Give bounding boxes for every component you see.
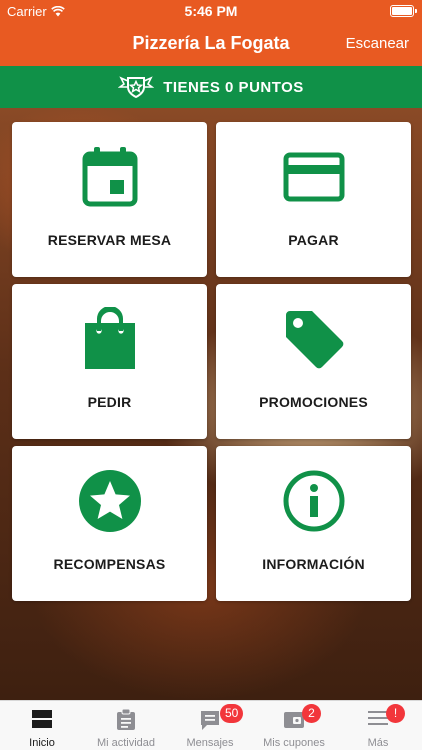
chat-icon [201, 711, 219, 730]
tab-mas[interactable]: ! Más [336, 701, 420, 750]
tab-label: Mi actividad [96, 737, 156, 749]
tile-label: INFORMACIÓN [262, 556, 365, 572]
shopping-bag-icon [84, 307, 135, 369]
points-banner[interactable]: TIENES 0 PUNTOS [0, 66, 422, 108]
tile-pagar[interactable]: PAGAR [216, 122, 411, 277]
calendar-icon [82, 147, 137, 207]
scan-button[interactable]: Escanear [346, 35, 409, 52]
tab-inicio[interactable]: Inicio [0, 701, 84, 750]
tab-bar: Inicio Mi actividad 50 Mensajes 2 Mis cu… [0, 700, 422, 750]
nav-bar: Pizzería La Fogata Escanear [0, 22, 422, 66]
tab-label: Más [367, 737, 389, 749]
tile-label: PEDIR [87, 394, 132, 410]
tab-label: Mis cupones [263, 737, 325, 749]
tab-label: Inicio [29, 737, 55, 749]
star-icon [78, 470, 141, 532]
status-bar: Carrier 5:46 PM [0, 0, 422, 22]
main-grid: RESERVAR MESA PAGAR PEDIR PROMOCIONES RE… [0, 108, 422, 700]
credit-card-icon [283, 152, 344, 202]
coupons-badge: 2 [302, 704, 321, 723]
badge-star-icon [118, 76, 155, 99]
tile-reservar-mesa[interactable]: RESERVAR MESA [12, 122, 207, 277]
tab-mis-cupones[interactable]: 2 Mis cupones [252, 701, 336, 750]
tab-label: Mensajes [186, 737, 234, 749]
battery-icon [390, 5, 417, 17]
price-tag-icon [285, 311, 343, 369]
tile-recompensas[interactable]: RECOMPENSAS [12, 446, 207, 601]
tile-pedir[interactable]: PEDIR [12, 284, 207, 439]
tile-label: RECOMPENSAS [53, 556, 166, 572]
tile-promociones[interactable]: PROMOCIONES [216, 284, 411, 439]
tile-informacion[interactable]: INFORMACIÓN [216, 446, 411, 601]
tile-label: PROMOCIONES [259, 394, 368, 410]
points-label: TIENES 0 PUNTOS [163, 78, 304, 96]
more-badge: ! [386, 704, 405, 723]
info-icon [283, 470, 344, 532]
home-icon [32, 710, 52, 728]
tile-label: PAGAR [288, 232, 339, 248]
status-time: 5:46 PM [184, 3, 238, 19]
tab-mi-actividad[interactable]: Mi actividad [84, 701, 168, 750]
messages-badge: 50 [220, 704, 244, 723]
tile-label: RESERVAR MESA [47, 232, 172, 248]
clipboard-icon [117, 709, 135, 730]
tab-mensajes[interactable]: 50 Mensajes [168, 701, 252, 750]
